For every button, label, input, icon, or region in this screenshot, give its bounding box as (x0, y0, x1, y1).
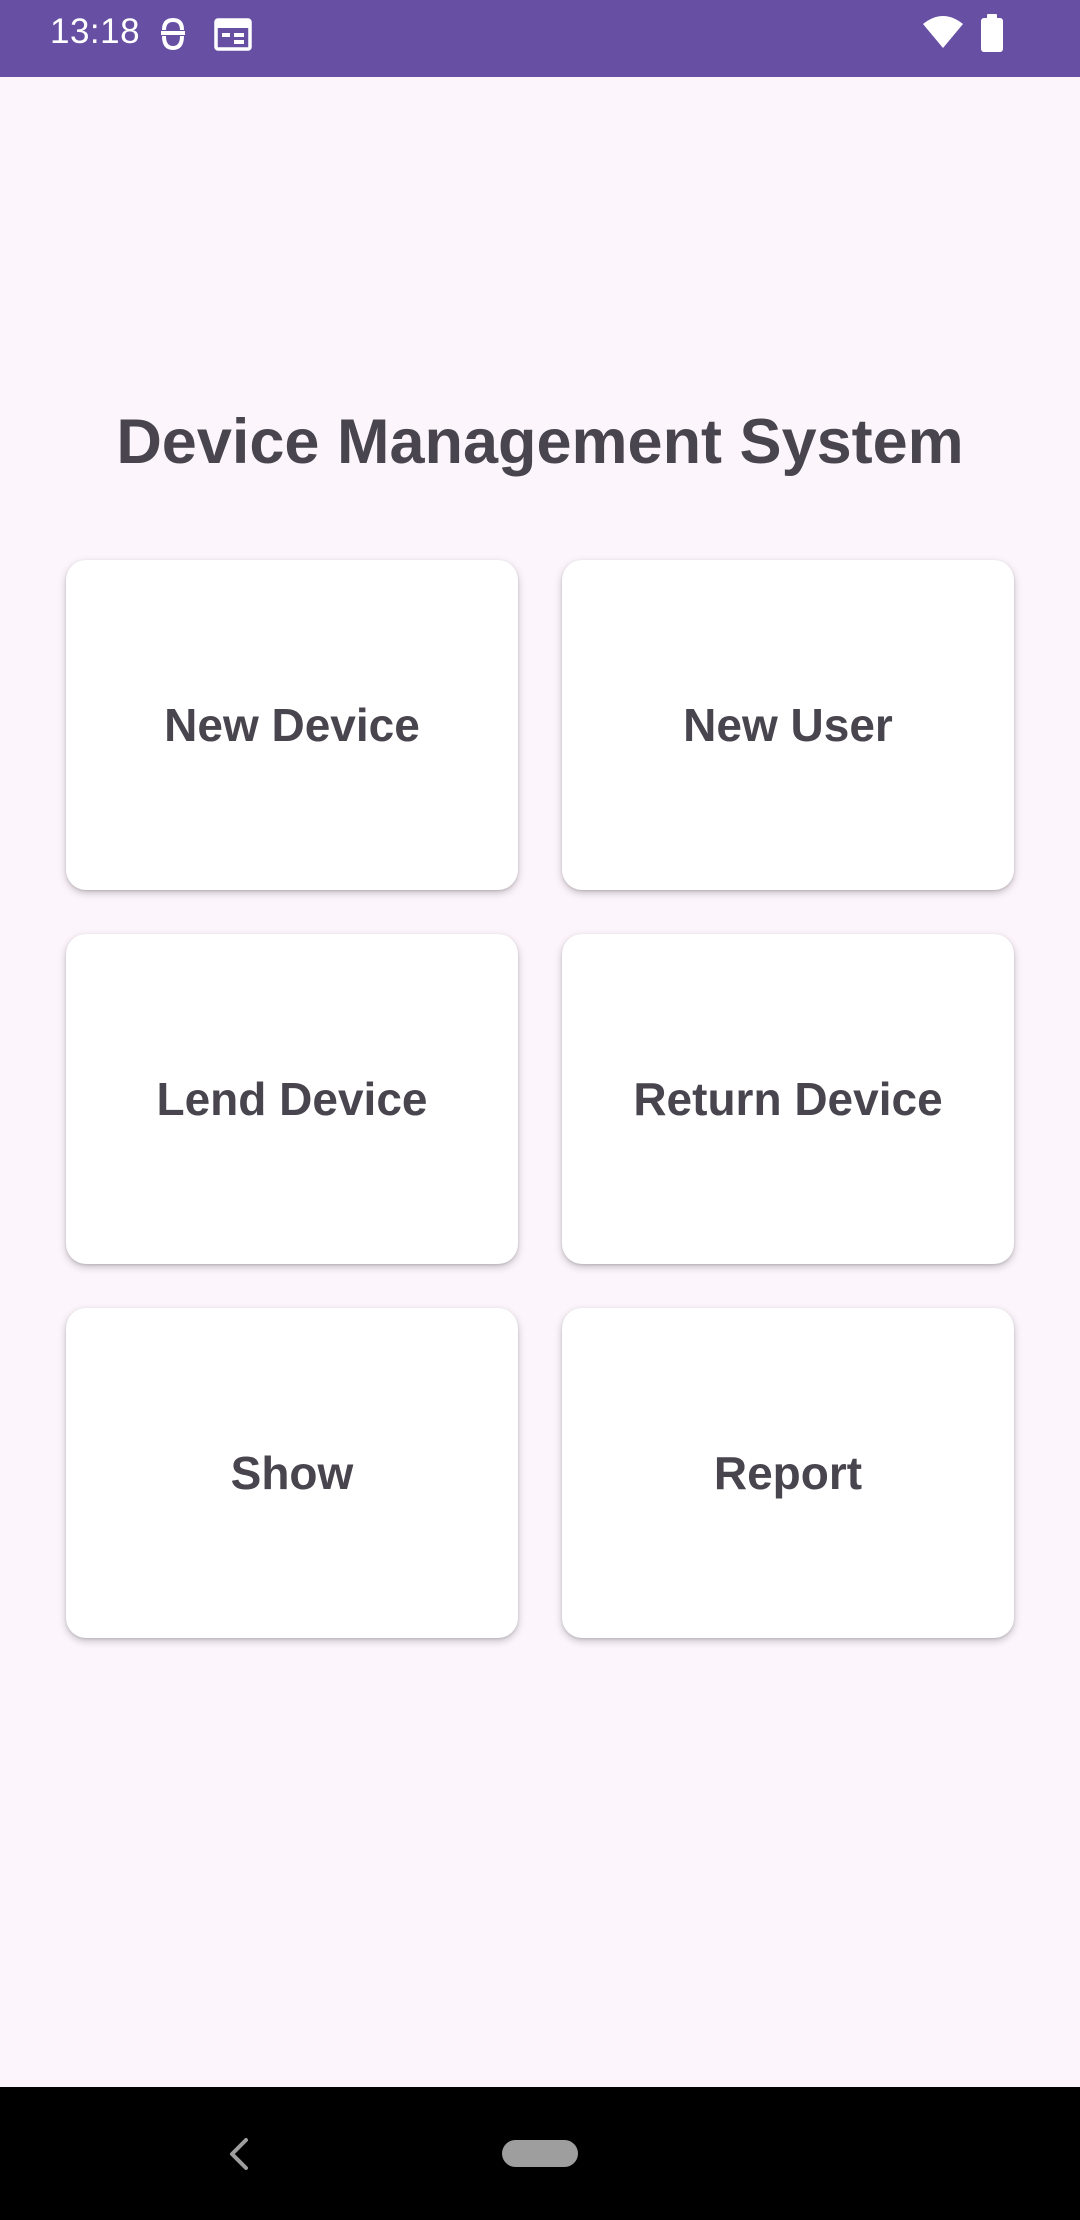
status-bar: 13:18 (0, 0, 1080, 77)
app-screen: 13:18 Device Management System New Devic… (0, 0, 1080, 2220)
report-button[interactable]: Report (562, 1308, 1014, 1638)
page-title: Device Management System (116, 407, 964, 477)
lend-device-label: Lend Device (156, 1073, 428, 1125)
new-user-label: New User (683, 699, 893, 751)
home-pill-icon[interactable] (502, 2140, 578, 2167)
battery-icon (981, 14, 1003, 52)
new-device-button[interactable]: New Device (66, 560, 518, 890)
new-device-label: New Device (164, 699, 420, 751)
status-time: 13:18 (50, 12, 141, 51)
new-user-button[interactable]: New User (562, 560, 1014, 890)
wifi-icon (923, 16, 963, 48)
show-label: Show (230, 1447, 354, 1499)
return-device-button[interactable]: Return Device (562, 934, 1014, 1264)
back-icon[interactable] (226, 2134, 252, 2174)
report-label: Report (713, 1447, 863, 1499)
calendar-icon (214, 18, 252, 51)
lend-device-button[interactable]: Lend Device (66, 934, 518, 1264)
navigation-bar (0, 2087, 1080, 2220)
return-device-label: Return Device (633, 1073, 943, 1125)
debug-icon (161, 17, 185, 51)
show-button[interactable]: Show (66, 1308, 518, 1638)
